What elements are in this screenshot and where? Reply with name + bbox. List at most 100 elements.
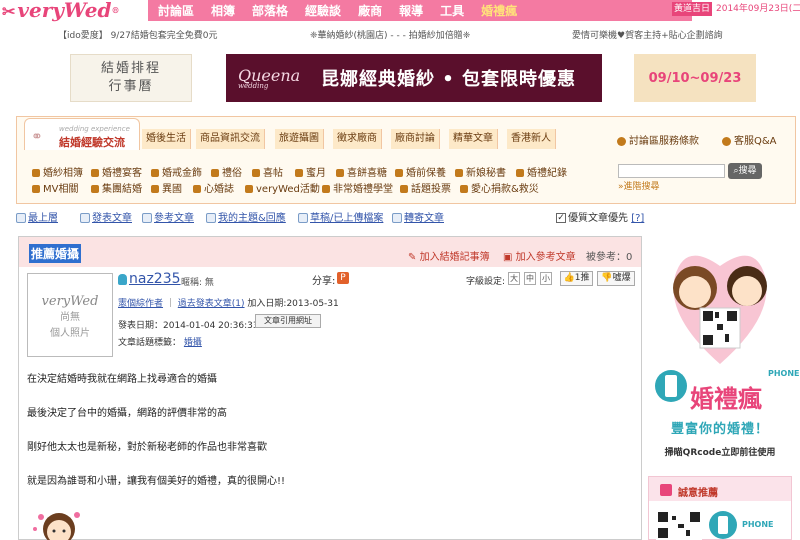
subcat-item[interactable]: 話題投票 (400, 180, 451, 195)
recommend-title: 誠意推薦 (678, 488, 718, 499)
subcat-item[interactable]: 婚紗相簿 (32, 164, 83, 179)
registered-icon: ® (111, 5, 120, 15)
promo-banner[interactable]: 09/10~09/23 (634, 54, 756, 102)
subcat-item[interactable]: 蜜月 (295, 164, 326, 179)
subcat-item[interactable]: 禮俗 (211, 164, 242, 179)
forum-rules-link[interactable]: 討論區服務條款 (617, 132, 699, 147)
gift-icon (660, 484, 672, 496)
my-topics-link[interactable]: 我的主題&回應 (206, 209, 286, 224)
phone-icon (709, 511, 737, 539)
nickname: 暱稱: 無 (181, 278, 214, 288)
subcat-item[interactable]: 婚禮紀錄 (516, 164, 567, 179)
help-icon (722, 136, 731, 146)
logo-text: veryWed (17, 0, 112, 22)
tab-find-vendor[interactable]: 徵求廠商 (333, 129, 382, 149)
add-reference-link[interactable]: ▣ 加入參考文章 (503, 248, 576, 263)
recommend-app-row[interactable]: PHONE (708, 510, 788, 540)
help-link[interactable]: [?] (631, 213, 644, 224)
subcat-item[interactable]: 新娘秘書 (455, 164, 506, 179)
search-button[interactable]: ⌕搜尋 (728, 163, 762, 179)
faq-link[interactable]: 客服Q&A (722, 132, 777, 147)
post-paragraph: 剛好他太太也是新秘，對於新秘老師的作品也非常喜歡 (27, 442, 267, 453)
nav-vendors[interactable]: 廠商 (358, 2, 382, 19)
subcat-item[interactable]: 婚戒金飾 (151, 164, 202, 179)
font-medium-button[interactable]: 中 (524, 272, 536, 285)
scan-instruction: 掃瞄QRcode立即前往使用 (664, 448, 776, 458)
ticker-item[interactable]: 愛情可樂機♥賀客主持+貼心企劃諮詢 (572, 28, 723, 41)
subcat-item[interactable]: 婚前保養 (395, 164, 446, 179)
ticker-item[interactable]: ❈華納婚紗(桃園店) - - - 拍婚紗加倍贈❈ (310, 28, 470, 41)
subcat-item[interactable]: 婚禮宴客 (91, 164, 142, 179)
post-toolbar: 最上層 發表文章 參考文章 我的主題&回應 草稿/已上傳檔案 轉寄文章 (16, 209, 796, 225)
info-icon (617, 136, 626, 146)
subcat-item[interactable]: 喜帖 (252, 164, 283, 179)
font-small-button[interactable]: 小 (540, 272, 552, 285)
subcat-item[interactable]: MV相關 (32, 180, 78, 195)
tab-after-wedding[interactable]: 婚後生活 (142, 129, 191, 149)
like-button[interactable]: 👍1推 (560, 271, 593, 286)
subcat-item[interactable]: 非常婚禮學堂 (322, 180, 393, 195)
nav-album[interactable]: 相簿 (211, 2, 235, 19)
tag-link[interactable]: 婚攝 (184, 338, 202, 348)
tab-vendor-discussion[interactable]: 廠商討論 (391, 129, 440, 149)
nav-blog[interactable]: 部落格 (252, 2, 288, 19)
username-link[interactable]: naz235 (118, 271, 181, 287)
avatar-brand: veryWed (41, 294, 99, 309)
arrow-icon (516, 169, 524, 177)
copy-url-button[interactable]: 文章引用網址 (255, 314, 321, 328)
arrow-icon (245, 185, 253, 193)
quality-priority-toggle[interactable]: ✓ 優質文章優先 [?] (556, 209, 644, 224)
tab-travel[interactable]: 旅遊攝圖 (275, 129, 324, 149)
forward-post-link[interactable]: 轉寄文章 (392, 209, 444, 224)
add-notebook-link[interactable]: ✎ 加入結婚記事簿 (408, 248, 490, 263)
subcat-item[interactable]: 心婚誌 (193, 180, 234, 195)
banner-line: 行事曆 (108, 79, 154, 94)
tab-featured[interactable]: 精華文章 (449, 129, 498, 149)
nav-experience[interactable]: 經驗談 (305, 2, 341, 19)
arrow-icon (336, 169, 344, 177)
subcat-item[interactable]: 愛心捐款&救災 (460, 180, 539, 195)
search-input[interactable] (618, 164, 725, 178)
app-tagline: 豐富你的婚禮！ (670, 422, 769, 437)
top-level-link[interactable]: 最上層 (16, 209, 58, 224)
thumb-down-icon: 👎 (601, 273, 613, 283)
arrow-icon (151, 185, 159, 193)
new-post-link[interactable]: 發表文章 (80, 209, 132, 224)
ticker-item[interactable]: 【ido愛度】 9/27結婚包套完全免費0元 (58, 28, 218, 41)
advanced-search-link[interactable]: »進階搜尋 (618, 179, 660, 192)
luck-badge[interactable]: 黃道吉日 (672, 2, 712, 16)
thumb-up-icon: 👍 (563, 273, 575, 283)
dislike-button[interactable]: 👎噓爆 (597, 271, 635, 286)
share-plurk-icon[interactable]: P (337, 272, 349, 284)
site-logo[interactable]: ✂ veryWed® (2, 0, 142, 22)
user-links: 憲個綜作者 ｜ 過去發表文章(1) 加入日期:2013-05-31 (118, 299, 339, 309)
reference-post-link[interactable]: 參考文章 (142, 209, 194, 224)
queena-banner[interactable]: Queena wedding 昆娜經典婚紗 • 包套限時優惠 (226, 54, 602, 102)
nav-forum[interactable]: 討論區 (158, 2, 194, 19)
tab-product-info[interactable]: 商品資訊交流 (196, 129, 265, 149)
qr-code[interactable] (656, 510, 702, 540)
nav-reports[interactable]: 報導 (399, 2, 423, 19)
past-posts-link[interactable]: 過去發表文章(1) (178, 299, 245, 309)
tab-hongkong[interactable]: 香港新人 (507, 129, 556, 149)
drafts-link[interactable]: 草稿/已上傳檔案 (298, 209, 383, 224)
topics-icon (206, 213, 216, 223)
section-title-tab[interactable]: ⚭ wedding experience 結婚經驗交流 (24, 118, 140, 150)
nav-wedding-craze[interactable]: 婚禮瘋 (481, 2, 517, 19)
post-paragraph: 就是因為誰哥和小珊，讓我有個美好的婚禮，真的很開心!! (27, 476, 286, 487)
author-profile-link[interactable]: 憲個綜作者 (118, 299, 163, 309)
subcat-item[interactable]: 集團結婚 (91, 180, 142, 195)
nav-tools[interactable]: 工具 (440, 2, 464, 19)
join-date: 加入日期:2013-05-31 (247, 299, 339, 309)
phone-label: PHONE (742, 520, 774, 529)
avatar[interactable]: veryWed 尚無 個人照片 (27, 273, 113, 357)
font-large-button[interactable]: 大 (508, 272, 520, 285)
subcat-item[interactable]: 喜餅喜糖 (336, 164, 387, 179)
subcat-item[interactable]: 異國 (151, 180, 182, 195)
schedule-banner[interactable]: 結婚排程 行事曆 (70, 54, 192, 102)
queena-brand: Queena wedding (238, 66, 301, 90)
girl-emoticon (33, 512, 80, 540)
reference-count: 被參考：0 (586, 252, 633, 263)
subcat-item[interactable]: veryWed活動 (245, 180, 320, 195)
checkbox-checked[interactable]: ✓ (556, 213, 566, 223)
